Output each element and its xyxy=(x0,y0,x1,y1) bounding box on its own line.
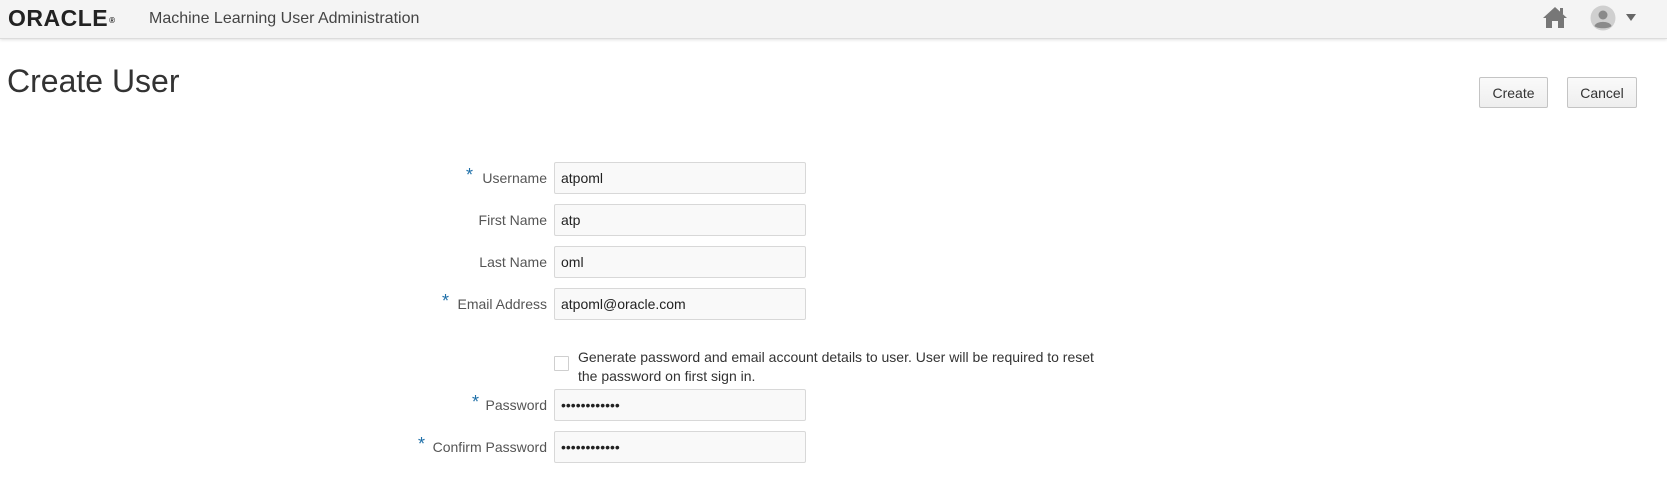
registered-mark: ® xyxy=(109,16,116,25)
generate-password-label: Generate password and email account deta… xyxy=(578,349,1094,384)
email-field[interactable] xyxy=(554,288,806,320)
password-label: Password xyxy=(485,397,547,413)
first-name-field[interactable] xyxy=(554,204,806,236)
password-row: * Password xyxy=(0,389,1667,421)
generate-password-checkbox[interactable] xyxy=(554,356,569,371)
required-marker: * xyxy=(418,434,426,454)
required-marker: * xyxy=(442,291,450,311)
required-marker: * xyxy=(472,392,480,412)
confirm-password-row: * Confirm Password xyxy=(0,431,1667,463)
create-button[interactable]: Create xyxy=(1479,77,1548,108)
confirm-password-label: Confirm Password xyxy=(432,439,547,455)
first-name-label: First Name xyxy=(478,212,547,228)
last-name-field[interactable] xyxy=(554,246,806,278)
email-row: * Email Address xyxy=(0,288,1667,320)
page-title: Create User xyxy=(7,63,180,99)
password-field[interactable] xyxy=(554,389,806,421)
username-field[interactable] xyxy=(554,162,806,194)
last-name-row: Last Name xyxy=(0,246,1667,278)
confirm-password-field[interactable] xyxy=(554,431,806,463)
oracle-logo: ORACLE® xyxy=(8,4,116,32)
username-label: Username xyxy=(482,170,547,186)
user-avatar-icon[interactable] xyxy=(1590,5,1616,31)
email-label: Email Address xyxy=(457,296,547,312)
username-row: * Username xyxy=(0,162,1667,194)
app-title: Machine Learning User Administration xyxy=(149,10,420,27)
first-name-row: First Name xyxy=(0,204,1667,236)
logo-text: ORACLE xyxy=(8,5,109,31)
home-icon[interactable] xyxy=(1542,5,1568,29)
header-bar: ORACLE® Machine Learning User Administra… xyxy=(0,0,1667,39)
required-marker: * xyxy=(466,165,474,185)
caret-down-icon[interactable] xyxy=(1626,14,1636,21)
last-name-label: Last Name xyxy=(479,254,547,270)
cancel-button[interactable]: Cancel xyxy=(1567,77,1637,108)
